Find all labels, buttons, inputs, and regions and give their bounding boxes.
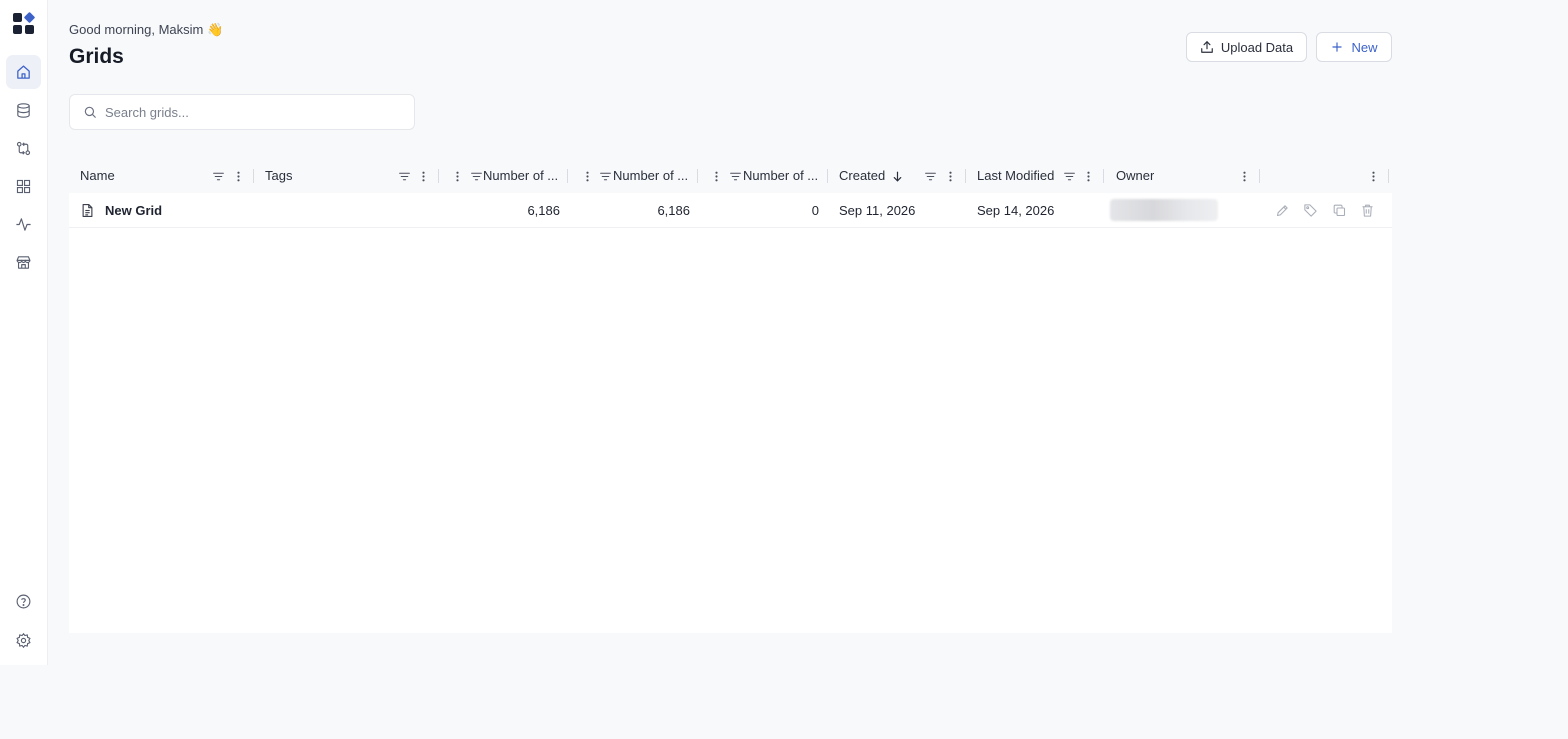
duplicate-button[interactable] xyxy=(1331,202,1348,219)
search-box[interactable] xyxy=(69,94,415,130)
search-icon xyxy=(84,106,96,118)
filter-icon[interactable] xyxy=(211,168,225,184)
nav-home[interactable] xyxy=(6,55,41,89)
delete-button[interactable] xyxy=(1359,202,1376,219)
filter-icon[interactable] xyxy=(1062,168,1076,184)
nav-data[interactable] xyxy=(6,93,41,127)
grids-table: Name Tags Number of ... Number of ... Nu… xyxy=(69,158,1392,633)
tags-cell xyxy=(265,193,425,228)
filter-icon[interactable] xyxy=(598,168,612,184)
column-header-last-modified[interactable]: Last Modified xyxy=(977,158,1067,193)
trash-icon xyxy=(1362,204,1373,217)
number-cell: 6,186 xyxy=(527,203,560,218)
edit-button[interactable] xyxy=(1274,202,1291,219)
column-divider[interactable] xyxy=(438,169,439,183)
plus-icon xyxy=(1332,42,1343,52)
column-menu-icon[interactable] xyxy=(943,168,957,184)
filter-icon[interactable] xyxy=(397,168,411,184)
tag-button[interactable] xyxy=(1302,202,1319,219)
table-header: Name Tags Number of ... Number of ... Nu… xyxy=(69,158,1392,193)
column-divider[interactable] xyxy=(253,169,254,183)
column-divider[interactable] xyxy=(1103,169,1104,183)
help-icon xyxy=(16,594,31,608)
filter-icon[interactable] xyxy=(923,168,937,184)
created-cell: Sep 11, 2026 xyxy=(839,203,916,218)
column-divider[interactable] xyxy=(965,169,966,183)
app-logo[interactable] xyxy=(12,12,36,36)
search-input[interactable] xyxy=(105,104,405,120)
column-menu-icon[interactable] xyxy=(1237,168,1251,184)
document-icon xyxy=(82,204,93,217)
table-row[interactable]: New Grid 6,186 6,186 0 Sep 11, 2026 Sep … xyxy=(69,193,1392,228)
column-menu-icon[interactable] xyxy=(709,168,723,184)
upload-icon xyxy=(1201,41,1213,53)
dashboard-icon xyxy=(16,179,31,193)
nav-store[interactable] xyxy=(6,245,41,279)
home-icon xyxy=(17,64,30,79)
database-icon xyxy=(17,102,30,118)
page-title: Grids xyxy=(69,45,124,68)
main-content: Good morning, Maksim 👋 Grids Upload Data… xyxy=(48,0,1410,665)
nav-dashboards[interactable] xyxy=(6,169,41,203)
column-menu-icon[interactable] xyxy=(1081,168,1095,184)
nav-settings[interactable] xyxy=(6,623,41,657)
modified-cell: Sep 14, 2026 xyxy=(977,203,1055,218)
column-header-number-2[interactable]: Number of ... xyxy=(613,158,691,193)
column-divider[interactable] xyxy=(1259,169,1260,183)
column-menu-icon[interactable] xyxy=(416,168,430,184)
column-header-number-3[interactable]: Number of ... xyxy=(743,158,821,193)
column-menu-icon[interactable] xyxy=(231,168,245,184)
column-divider[interactable] xyxy=(697,169,698,183)
column-divider[interactable] xyxy=(827,169,828,183)
copy-icon xyxy=(1333,204,1346,217)
sidebar xyxy=(0,0,48,665)
upload-data-button[interactable]: Upload Data xyxy=(1186,32,1307,62)
number-cell: 0 xyxy=(811,203,819,218)
pencil-icon xyxy=(1276,205,1288,217)
upload-data-label: Upload Data xyxy=(1220,39,1294,55)
column-menu-icon[interactable] xyxy=(580,168,594,184)
number-cell: 6,186 xyxy=(657,203,690,218)
column-divider[interactable] xyxy=(1388,169,1389,183)
owner-avatar-redacted xyxy=(1110,199,1218,221)
sort-descending-icon[interactable] xyxy=(890,168,904,184)
grid-name: New Grid xyxy=(105,203,163,218)
store-icon xyxy=(16,255,31,269)
column-header-number-1[interactable]: Number of ... xyxy=(483,158,561,193)
greeting-text: Good morning, Maksim 👋 xyxy=(69,22,224,37)
column-header-name[interactable]: Name xyxy=(80,158,200,193)
new-button[interactable]: New xyxy=(1316,32,1392,62)
column-divider[interactable] xyxy=(567,169,568,183)
new-label: New xyxy=(1351,39,1378,55)
name-cell[interactable]: New Grid xyxy=(80,193,260,228)
transform-icon xyxy=(16,141,31,155)
column-header-tags[interactable]: Tags xyxy=(265,158,385,193)
filter-icon[interactable] xyxy=(469,168,483,184)
nav-transform[interactable] xyxy=(6,131,41,165)
column-menu-icon[interactable] xyxy=(450,168,464,184)
nav-help[interactable] xyxy=(6,584,41,618)
activity-icon xyxy=(16,217,31,231)
column-header-owner[interactable]: Owner xyxy=(1116,158,1176,193)
tag-icon xyxy=(1304,204,1317,217)
nav-activity[interactable] xyxy=(6,207,41,241)
settings-icon xyxy=(16,632,31,648)
column-menu-icon[interactable] xyxy=(1366,168,1380,184)
filter-icon[interactable] xyxy=(728,168,742,184)
